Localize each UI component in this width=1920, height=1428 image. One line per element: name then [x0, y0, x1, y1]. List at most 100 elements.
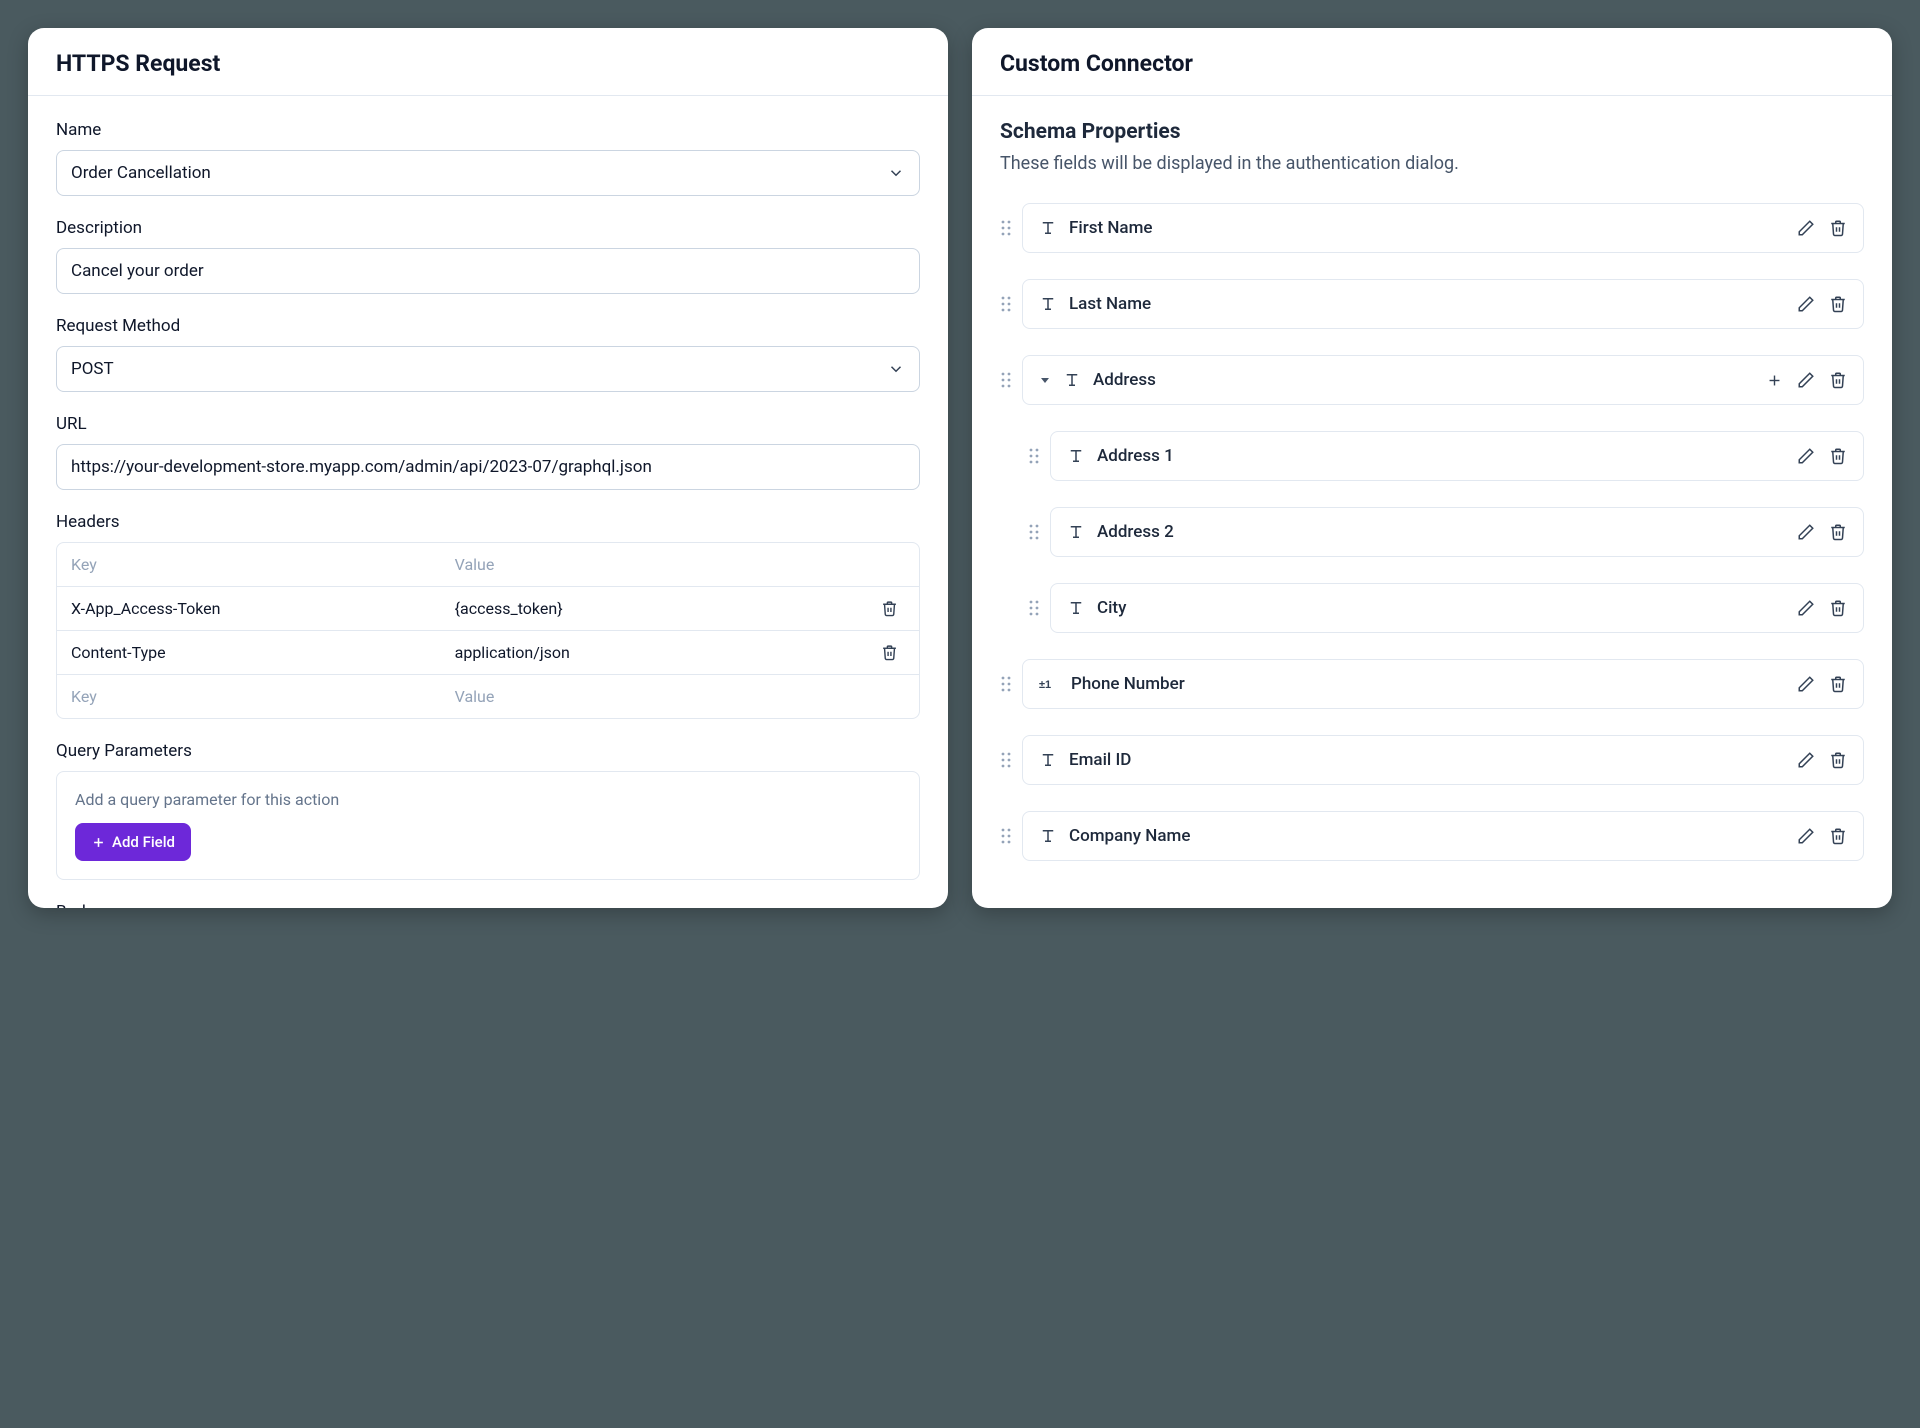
- text-type-icon: [1039, 751, 1057, 769]
- drag-handle-icon: [1028, 447, 1040, 465]
- drag-handle[interactable]: [1000, 751, 1012, 769]
- url-input[interactable]: [56, 444, 920, 490]
- drag-handle[interactable]: [1000, 371, 1012, 389]
- delete-header-button[interactable]: [881, 644, 898, 661]
- add-child-button[interactable]: [1766, 372, 1783, 389]
- add-field-label: Add Field: [112, 833, 175, 851]
- header-key[interactable]: Content-Type: [71, 643, 455, 662]
- schema-field-row: Email ID: [1000, 735, 1864, 785]
- edit-icon: [1797, 371, 1815, 389]
- drag-handle-icon: [1000, 295, 1012, 313]
- edit-icon: [1797, 675, 1815, 693]
- panel-title-right: Custom Connector: [1000, 50, 1864, 77]
- trash-icon: [1829, 295, 1847, 313]
- add-field-button[interactable]: Add Field: [75, 823, 191, 861]
- edit-field-button[interactable]: [1797, 295, 1815, 313]
- headers-label: Headers: [56, 512, 920, 532]
- schema-field-row: Address 2: [1028, 507, 1864, 557]
- edit-icon: [1797, 599, 1815, 617]
- drag-handle-icon: [1000, 371, 1012, 389]
- drag-handle[interactable]: [1000, 295, 1012, 313]
- drag-handle-icon: [1028, 523, 1040, 541]
- drag-handle[interactable]: [1000, 827, 1012, 845]
- schema-field-label: City: [1097, 598, 1785, 618]
- edit-field-button[interactable]: [1797, 599, 1815, 617]
- url-label: URL: [56, 414, 920, 434]
- drag-handle-icon: [1000, 827, 1012, 845]
- trash-icon: [1829, 219, 1847, 237]
- drag-handle[interactable]: [1000, 219, 1012, 237]
- plus-icon: [91, 835, 106, 850]
- drag-handle-icon: [1028, 599, 1040, 617]
- field-actions: [1797, 447, 1847, 465]
- field-actions: [1797, 599, 1847, 617]
- method-select[interactable]: POST: [56, 346, 920, 392]
- schema-field-row: Company Name: [1000, 811, 1864, 861]
- edit-field-button[interactable]: [1797, 447, 1815, 465]
- description-input[interactable]: [56, 248, 920, 294]
- field-actions: [1766, 371, 1847, 389]
- drag-handle[interactable]: [1028, 523, 1040, 541]
- schema-field-card: Address 2: [1050, 507, 1864, 557]
- plus-icon: [1766, 372, 1783, 389]
- delete-field-button[interactable]: [1829, 219, 1847, 237]
- schema-field-label: Address 1: [1097, 446, 1785, 466]
- edit-field-button[interactable]: [1797, 751, 1815, 769]
- headers-table: Key Value X-App_Access-Token {access_tok…: [56, 542, 920, 719]
- delete-header-button[interactable]: [881, 600, 898, 617]
- header-key[interactable]: X-App_Access-Token: [71, 599, 455, 618]
- field-actions: [1797, 295, 1847, 313]
- drag-handle[interactable]: [1028, 599, 1040, 617]
- delete-field-button[interactable]: [1829, 371, 1847, 389]
- delete-field-button[interactable]: [1829, 447, 1847, 465]
- text-type-icon: [1067, 599, 1085, 617]
- chevron-down-icon: [887, 360, 905, 378]
- field-actions: [1797, 751, 1847, 769]
- edit-field-button[interactable]: [1797, 827, 1815, 845]
- edit-field-button[interactable]: [1797, 371, 1815, 389]
- text-type-icon: [1039, 219, 1057, 237]
- edit-field-button[interactable]: [1797, 523, 1815, 541]
- schema-field-card: Email ID: [1022, 735, 1864, 785]
- schema-field-label: Email ID: [1069, 750, 1785, 770]
- schema-title: Schema Properties: [1000, 120, 1864, 144]
- header-value[interactable]: application/json: [455, 643, 881, 662]
- panel-body-left: Name Order Cancellation Description Requ…: [28, 96, 948, 908]
- text-type-icon: [1067, 599, 1085, 617]
- text-type-icon: [1067, 523, 1085, 541]
- header-empty-value[interactable]: Value: [455, 687, 881, 706]
- edit-field-button[interactable]: [1797, 675, 1815, 693]
- query-params-label: Query Parameters: [56, 741, 920, 761]
- header-empty-key[interactable]: Key: [71, 687, 455, 706]
- text-type-icon: [1039, 827, 1057, 845]
- field-actions: [1797, 219, 1847, 237]
- delete-field-button[interactable]: [1829, 827, 1847, 845]
- delete-field-button[interactable]: [1829, 523, 1847, 541]
- drag-handle[interactable]: [1028, 447, 1040, 465]
- trash-icon: [1829, 447, 1847, 465]
- delete-field-button[interactable]: [1829, 599, 1847, 617]
- trash-icon: [1829, 751, 1847, 769]
- text-type-icon: [1039, 219, 1057, 237]
- delete-field-button[interactable]: [1829, 675, 1847, 693]
- edit-field-button[interactable]: [1797, 219, 1815, 237]
- schema-field-card: Address 1: [1050, 431, 1864, 481]
- header-value[interactable]: {access_token}: [455, 599, 881, 618]
- delete-field-button[interactable]: [1829, 295, 1847, 313]
- trash-icon: [1829, 675, 1847, 693]
- delete-field-button[interactable]: [1829, 751, 1847, 769]
- trash-icon: [1829, 827, 1847, 845]
- name-select[interactable]: Order Cancellation: [56, 150, 920, 196]
- expand-toggle[interactable]: [1039, 374, 1051, 386]
- schema-field-label: Address: [1093, 370, 1754, 390]
- panel-body-right: Schema Properties These fields will be d…: [972, 96, 1892, 908]
- schema-field-row: City: [1028, 583, 1864, 633]
- header-empty-row[interactable]: Key Value: [57, 675, 919, 718]
- drag-handle-icon: [1000, 219, 1012, 237]
- schema-field-row: ±1Phone Number: [1000, 659, 1864, 709]
- text-type-icon: [1039, 751, 1057, 769]
- drag-handle[interactable]: [1000, 675, 1012, 693]
- text-type-icon: [1063, 371, 1081, 389]
- header-row: X-App_Access-Token {access_token}: [57, 587, 919, 631]
- schema-field-row: Address 1: [1028, 431, 1864, 481]
